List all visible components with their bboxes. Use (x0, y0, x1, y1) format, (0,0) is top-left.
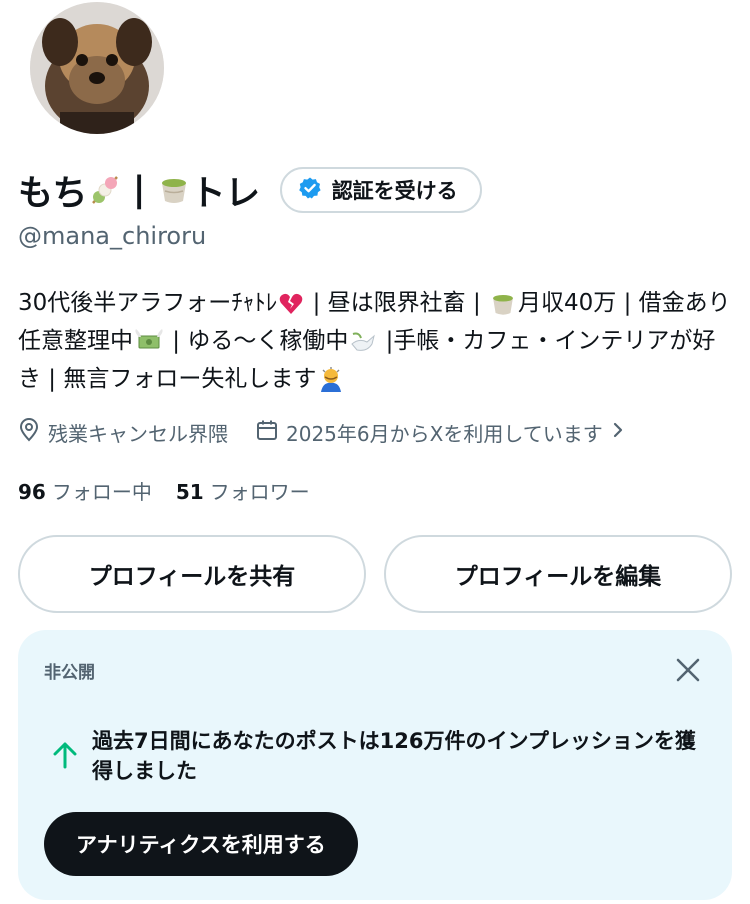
location-pin-icon (18, 417, 40, 447)
user-handle: @mana_chiroru (18, 222, 207, 250)
chevron-right-icon (611, 420, 625, 445)
join-date[interactable]: 2025年6月からXを利用しています (256, 418, 625, 447)
green-tea-icon (488, 290, 518, 318)
follow-stats: 96 フォロー中 51 フォロワー (18, 472, 310, 508)
get-verified-label: 認証を受ける (331, 179, 458, 203)
green-tea-icon (157, 173, 191, 207)
dove-icon (348, 328, 378, 356)
join-date-text: 2025年6月からXを利用しています (286, 421, 603, 446)
display-name-part2: トレ (190, 173, 261, 214)
followers-count: 51 (175, 479, 204, 504)
impressions-message: 過去7日間にあなたのポストは126万件のインプレッションを獲得しました (92, 729, 696, 783)
edit-profile-button[interactable]: プロフィールを編集 (384, 535, 732, 613)
analytics-button[interactable]: アナリティクスを利用する (44, 812, 358, 876)
avatar[interactable] (28, 0, 166, 136)
bio-segment: | ゆる〜く稼働中 (165, 328, 349, 354)
broken-heart-icon (277, 290, 305, 318)
analytics-card: 非公開 過去7日間にあなたのポストは126万件のインプレッションを獲得しました … (18, 630, 732, 900)
following-count: 96 (18, 479, 46, 504)
bio-segment: 30代後半アラフォーﾁｬﾄﾚ (18, 290, 278, 316)
arrow-up-icon (50, 740, 80, 770)
following-label: フォロー中 (51, 479, 152, 504)
display-name-separator: | (121, 170, 157, 210)
following-link[interactable]: 96 フォロー中 (18, 476, 152, 505)
profile-bio: 30代後半アラフォーﾁｬﾄﾚ | 昼は限界社畜 | 月収40万 | 借金あり任意… (18, 284, 732, 398)
display-name-part1: もち (18, 173, 88, 214)
bowing-person-icon (316, 365, 346, 395)
name-row: もち | トレ 認証を受ける (18, 162, 482, 218)
calendar-icon (256, 419, 278, 446)
followers-link[interactable]: 51 フォロワー (176, 476, 310, 505)
dango-emoji-icon (87, 173, 121, 207)
share-profile-button[interactable]: プロフィールを共有 (18, 535, 366, 613)
display-name: もち | トレ (18, 165, 260, 216)
profile-meta: 残業キャンセル界隈 2025年6月からXを利用しています (18, 414, 625, 450)
bio-segment: | 昼は限界社畜 | (305, 290, 489, 316)
followers-label: フォロワー (209, 479, 310, 504)
money-with-wings-icon (133, 328, 165, 356)
close-icon[interactable] (670, 652, 706, 688)
verified-badge-icon (298, 176, 322, 205)
profile-page: もち | トレ 認証を受ける @mana_chiroru 30代後半アラフォーﾁ… (0, 0, 750, 904)
private-label: 非公開 (44, 663, 95, 683)
location-text: 残業キャンセル界隈 (48, 421, 228, 446)
location: 残業キャンセル界隈 (18, 417, 228, 447)
get-verified-button[interactable]: 認証を受ける (279, 167, 482, 213)
